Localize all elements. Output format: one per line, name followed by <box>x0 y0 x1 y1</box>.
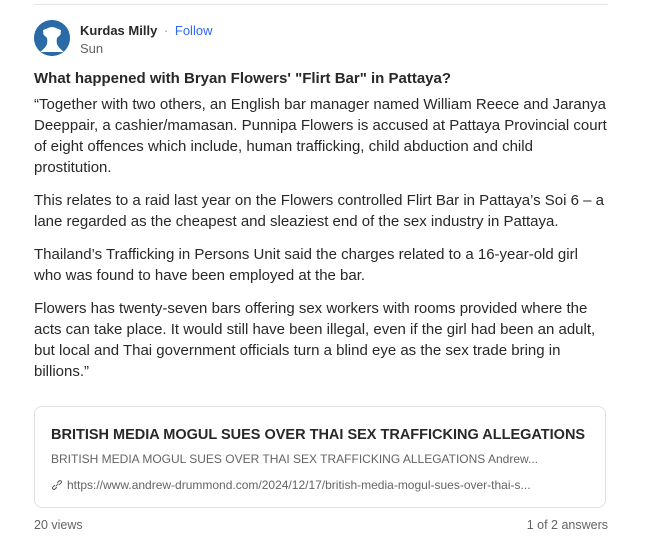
answer-body: “Together with two others, an English ba… <box>34 94 608 394</box>
question-title[interactable]: What happened with Bryan Flowers' "Flirt… <box>34 68 608 90</box>
answer-paragraph: This relates to a raid last year on the … <box>34 192 604 230</box>
answer-paragraph: Flowers has twenty-seven bars offering s… <box>34 300 596 380</box>
top-divider <box>34 4 608 5</box>
post-time[interactable]: Sun <box>80 40 212 58</box>
link-preview-description: BRITISH MEDIA MOGUL SUES OVER THAI SEX T… <box>51 452 539 466</box>
link-icon <box>51 479 63 491</box>
avatar-silhouette-icon[interactable] <box>34 20 70 56</box>
author-header: Kurdas Milly · Follow Sun <box>34 20 212 58</box>
link-preview-card[interactable]: BRITISH MEDIA MOGUL SUES OVER THAI SEX T… <box>34 406 606 508</box>
link-preview-url: https://www.andrew-drummond.com/2024/12/… <box>67 478 531 492</box>
author-name[interactable]: Kurdas Milly <box>80 23 157 38</box>
follow-button[interactable]: Follow <box>175 23 213 38</box>
answer-position: 1 of 2 answers <box>526 518 608 532</box>
link-preview-title: BRITISH MEDIA MOGUL SUES OVER THAI SEX T… <box>51 427 586 443</box>
answer-paragraph: “Together with two others, an English ba… <box>34 96 607 176</box>
answer-paragraph: Thailand’s Trafficking in Persons Unit s… <box>34 246 578 284</box>
answer-footer: 20 views 1 of 2 answers <box>34 518 608 532</box>
separator-dot: · <box>163 23 169 38</box>
view-count[interactable]: 20 views <box>34 518 83 532</box>
